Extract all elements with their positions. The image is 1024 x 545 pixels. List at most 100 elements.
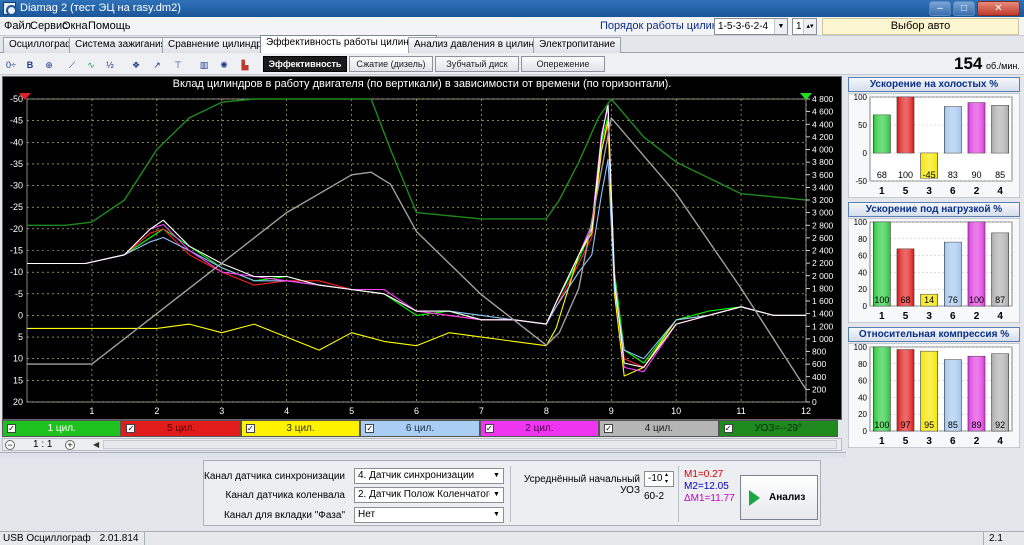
menu-help[interactable]: Помощь [88,20,131,32]
y-left-tick-label: -15 [10,246,23,256]
tab-power[interactable]: Электропитание [533,37,622,53]
tab-ignition[interactable]: Система зажигания [69,37,172,53]
channel-checkbox[interactable]: ✓ [245,424,255,433]
subtab-efficiency[interactable]: Эффективность [263,56,347,72]
channel-label: 4 цил. [644,423,673,434]
y-right-tick-label: 1 600 [812,296,834,306]
phase-channel-label: Канал для вкладки "Фаза" [223,510,345,521]
y-left-tick-label: -10 [10,267,23,277]
rpm-icon[interactable]: ⊕ [41,56,57,72]
channel-checkbox[interactable]: ✓ [7,424,16,433]
efficiency-chart[interactable]: 1 2 3 4 5 6 7 8 9 10 11 12-50-45-40-35-30-25-20-15-… [3,77,841,419]
x-tick-label: 2 [154,406,159,416]
bar-y-tick-label: 0 [863,149,868,158]
channel-checkbox[interactable]: ✓ [484,424,494,433]
bold-icon[interactable]: B [22,56,38,72]
y-right-tick-label: 2 000 [812,271,834,281]
cylinder-order-select[interactable]: 1-5-3-6-2-4 ▼ [714,18,788,35]
bar-value-label: 87 [995,295,1005,305]
channel-checkbox[interactable]: ✓ [126,424,136,433]
channel-toggle-7[interactable]: ✓ УОЗ=--29° [718,420,838,437]
panel-splitter[interactable] [0,452,846,458]
channel-toggle-2[interactable]: ✓ 5 цил. [121,420,241,437]
y-right-tick-label: 4 600 [812,107,834,117]
y-right-tick-label: 400 [812,372,826,382]
cylinder-spin-field[interactable]: 1 ▴▾ [792,18,817,35]
crank-channel-select[interactable]: 2. Датчик Полож Коленчатого Вал ▼ [354,487,504,503]
zoom-out-icon[interactable]: − [5,440,15,450]
bar-y-tick-label: 60 [858,252,867,261]
uoz-icon[interactable]: ✺ [216,56,232,72]
channel-toggle-4[interactable]: ✓ 6 цил. [360,420,480,437]
scroll-left-icon[interactable]: ◀ [93,440,99,449]
channel-toggle-1[interactable]: ✓ 1 цил. [2,420,122,437]
bar-category-label: 6 [950,186,956,197]
status-bar: USB Осциллограф 2.01.814 2.1 [0,531,1024,545]
bar-chart-icon[interactable]: ▥ [196,56,212,72]
bar-y-tick-label: 100 [854,93,868,102]
bar-shine [874,114,890,153]
bar-shine [992,105,1008,153]
channel-checkbox[interactable]: ✓ [723,424,733,433]
avg-uoz-spin[interactable]: -10 ▴ ▾ [644,471,674,487]
horizontal-scrollbar[interactable]: − 1 : 1 + ◀ [2,438,842,451]
minimize-button[interactable]: – [929,1,951,16]
bar-category-label: 5 [903,186,909,197]
idle-accel-header: Ускорение на холостых % [848,77,1020,92]
chart-title: Вклад цилиндров в работу двигателя (по в… [172,78,672,90]
histogram-icon[interactable]: ▙ [237,56,253,72]
subtab-gear-disk[interactable]: Зубчатый диск [435,56,519,72]
app-window: Diamag 2 (тест ЭЦ на rasy.dm2) – □ ✕ Фай… [0,0,1024,545]
channel-legend: ✓ 1 цил. ✓ 5 цил. ✓ 3 цил. ✓ 6 цил. ✓ 2 цил. ✓ 4 ци… [2,420,838,437]
channel-toggle-5[interactable]: ✓ 2 цил. [479,420,600,437]
rpm-value: 154 [954,54,983,73]
bar-value-label: 95 [924,420,934,430]
menu-windows[interactable]: Окна [62,20,88,32]
bar-category-label: 3 [926,436,932,447]
sync-channel-select[interactable]: 4. Датчик синхронизации ▼ [354,468,504,484]
bar-category-label: 1 [879,436,885,447]
bar-y-tick-label: -50 [855,177,867,186]
auto-select-field[interactable]: Выбор авто [822,18,1019,35]
stats-column: Ускорение на холостых % 100 50 0 -50 68 1 100 5… [846,76,1022,531]
menu-file[interactable]: Файл [4,20,31,32]
channel-label: УОЗ=--29° [754,423,802,434]
spin-arrows-icon[interactable]: ▴▾ [803,19,816,34]
bar-category-label: 1 [879,311,885,322]
subtab-compression[interactable]: Сжатие (дизель) [349,56,433,72]
y-right-tick-label: 600 [812,359,826,369]
bar-y-tick-label: 20 [858,410,867,419]
main-chart-area[interactable]: 1 2 3 4 5 6 7 8 9 10 11 12 -50 -45 -40 -35 -30 -25 -20 -15-… [2,76,842,420]
bar-category-label: 6 [950,436,956,447]
zoom-in-icon[interactable]: + [65,440,75,450]
x-tick-label: 12 [801,406,811,416]
bar-shine [897,97,914,153]
curve-icon[interactable]: ⟋ [64,56,80,72]
analyze-button[interactable]: Анализ [740,475,818,520]
x-tick-label: 11 [736,406,745,416]
cylinder-map-icon[interactable]: ❖ [128,56,144,72]
y-left-tick-label: -45 [10,116,23,126]
ratio-icon[interactable]: ½ [102,56,118,72]
channel-label: 5 цил. [166,423,196,434]
channel-toggle-3[interactable]: ✓ 3 цил. [240,420,361,437]
y-right-tick-label: 3 600 [812,170,834,180]
maximize-button[interactable]: □ [953,1,975,16]
channel-checkbox[interactable]: ✓ [365,424,375,433]
y-left-tick-label: -30 [10,181,23,191]
bar-category-label: 4 [997,311,1003,322]
scroll-thumb[interactable] [103,440,837,449]
subtab-advance[interactable]: Опережение [521,56,605,72]
y-left-tick-label: -5 [15,289,23,299]
rpm-graph-icon[interactable]: ↗ [149,56,165,72]
wave-icon[interactable]: ∿ [83,56,99,72]
close-button[interactable]: ✕ [977,1,1020,16]
scale-toggle-icon[interactable]: 0÷ [3,56,19,72]
spin-arrows-icon[interactable]: ▴▾ [660,472,673,486]
measure-icon[interactable]: ⊤ [170,56,186,72]
phase-channel-select[interactable]: Нет ▼ [354,507,504,523]
channel-checkbox[interactable]: ✓ [604,424,614,433]
tab-oscilloscope[interactable]: Осциллограф [3,37,80,53]
channel-label: 3 цил. [286,423,315,434]
channel-toggle-6[interactable]: ✓ 4 цил. [599,420,719,437]
